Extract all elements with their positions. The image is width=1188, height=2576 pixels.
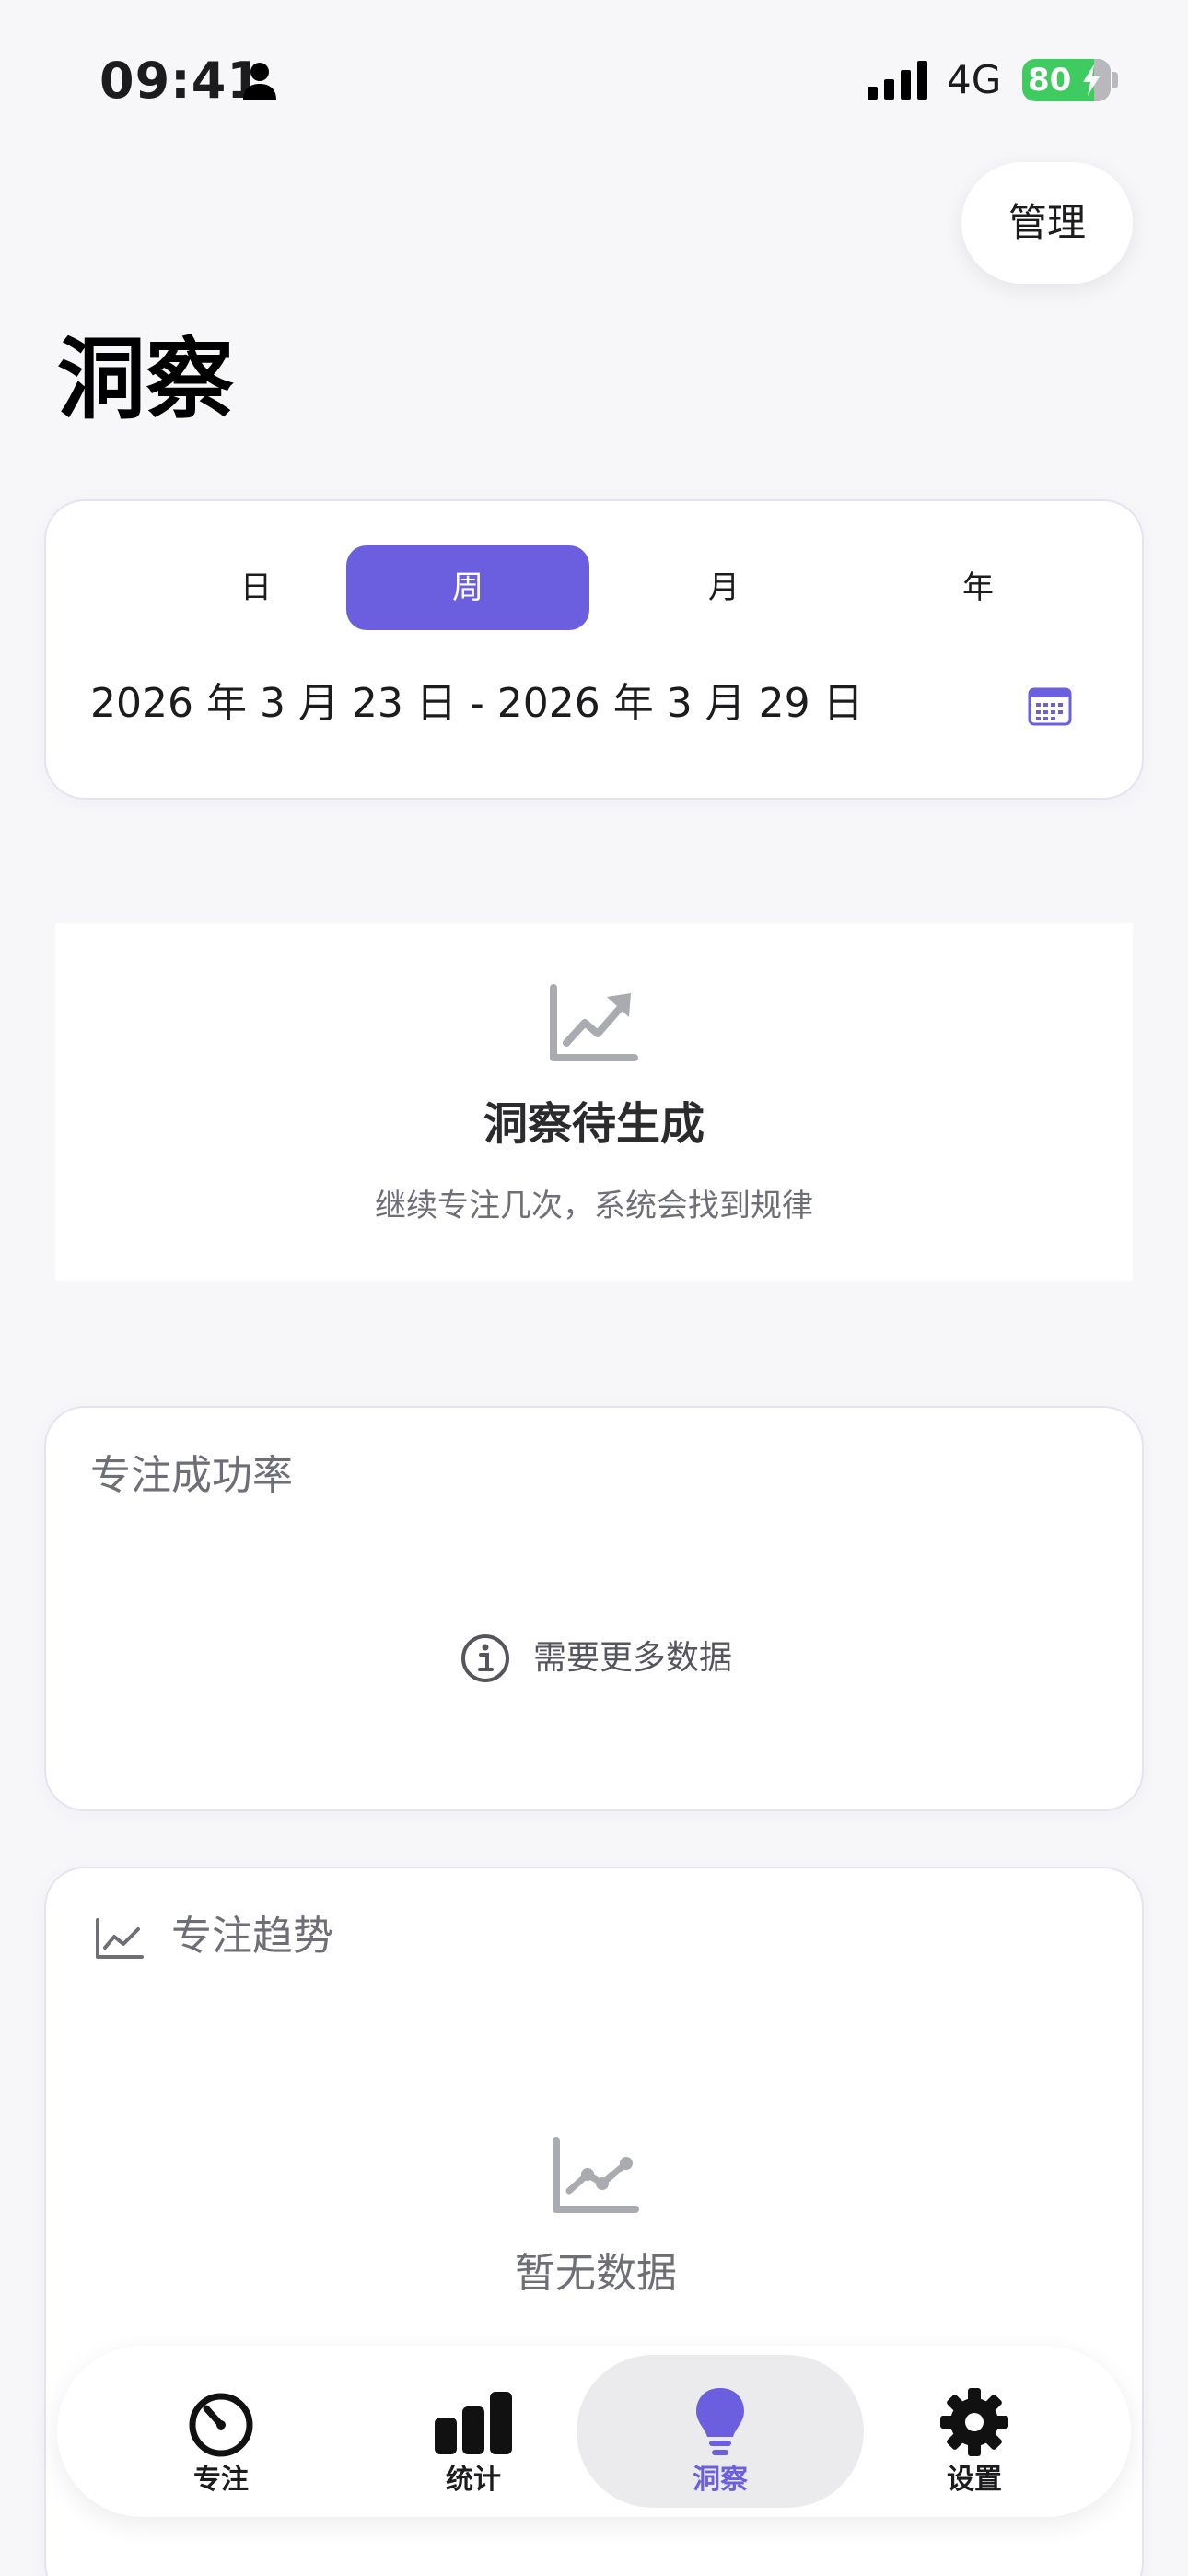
need-data-message: 需要更多数据	[46, 1631, 1146, 1686]
date-range: 2026 年 3 月 23 日 - 2026 年 3 月 29 日	[90, 680, 864, 727]
trending-up-icon	[550, 984, 638, 1061]
battery-indicator: 80	[1022, 59, 1111, 101]
empty-state-text: 暂无数据	[515, 2250, 677, 2297]
timer-icon	[189, 2393, 253, 2457]
status-bar: 09:41 4G 80	[0, 0, 1188, 138]
tab-stats[interactable]: 统计	[330, 2355, 617, 2508]
success-rate-card: 专注成功率 需要更多数据	[44, 1406, 1144, 1811]
segment-day[interactable]: 日	[134, 545, 378, 630]
tab-settings[interactable]: 设置	[831, 2355, 1118, 2508]
line-chart-icon	[96, 1918, 144, 1959]
battery-tip	[1112, 72, 1118, 88]
tab-label: 洞察	[693, 2464, 748, 2496]
cellular-signal-icon	[868, 61, 927, 100]
insights-screen: 09:41 4G 80 管理 洞察 日 周 月 年 2026 年 3 月 23 …	[0, 0, 1188, 2576]
status-time: 09:41	[99, 52, 262, 110]
need-data-text: 需要更多数据	[532, 1639, 732, 1677]
empty-chart-icon	[553, 2137, 639, 2213]
insight-title: 洞察待生成	[483, 1098, 705, 1150]
insight-subtitle: 继续专注几次，系统会找到规律	[375, 1188, 813, 1224]
period-selector-card: 日 周 月 年 2026 年 3 月 23 日 - 2026 年 3 月 29 …	[44, 499, 1144, 800]
gear-icon	[940, 2388, 1008, 2456]
tab-label: 统计	[446, 2464, 501, 2496]
bottom-tab-bar: 专注 统计 洞察 设置	[57, 2346, 1131, 2517]
calendar-icon[interactable]	[1028, 685, 1072, 726]
bar-chart-icon	[435, 2392, 512, 2454]
tab-insights[interactable]: 洞察	[577, 2355, 864, 2508]
segment-week[interactable]: 周	[346, 545, 589, 630]
network-type: 4G	[947, 57, 1002, 102]
success-rate-title: 专注成功率	[90, 1452, 293, 1499]
person-icon	[243, 63, 276, 100]
focus-trend-title: 专注趋势	[171, 1913, 333, 1960]
lightbulb-icon	[696, 2388, 744, 2455]
tab-label: 专注	[193, 2464, 249, 2496]
segment-month[interactable]: 月	[602, 545, 845, 630]
page-title: 洞察	[57, 328, 234, 431]
tab-focus[interactable]: 专注	[77, 2355, 365, 2508]
info-icon	[460, 1634, 509, 1682]
tab-label: 设置	[947, 2464, 1002, 2496]
segment-year[interactable]: 年	[856, 545, 1100, 630]
charging-bolt-icon	[1083, 64, 1100, 96]
manage-button[interactable]: 管理	[961, 162, 1133, 284]
insight-placeholder: 洞察待生成 继续专注几次，系统会找到规律	[55, 923, 1133, 1281]
battery-level: 80	[1028, 62, 1072, 99]
